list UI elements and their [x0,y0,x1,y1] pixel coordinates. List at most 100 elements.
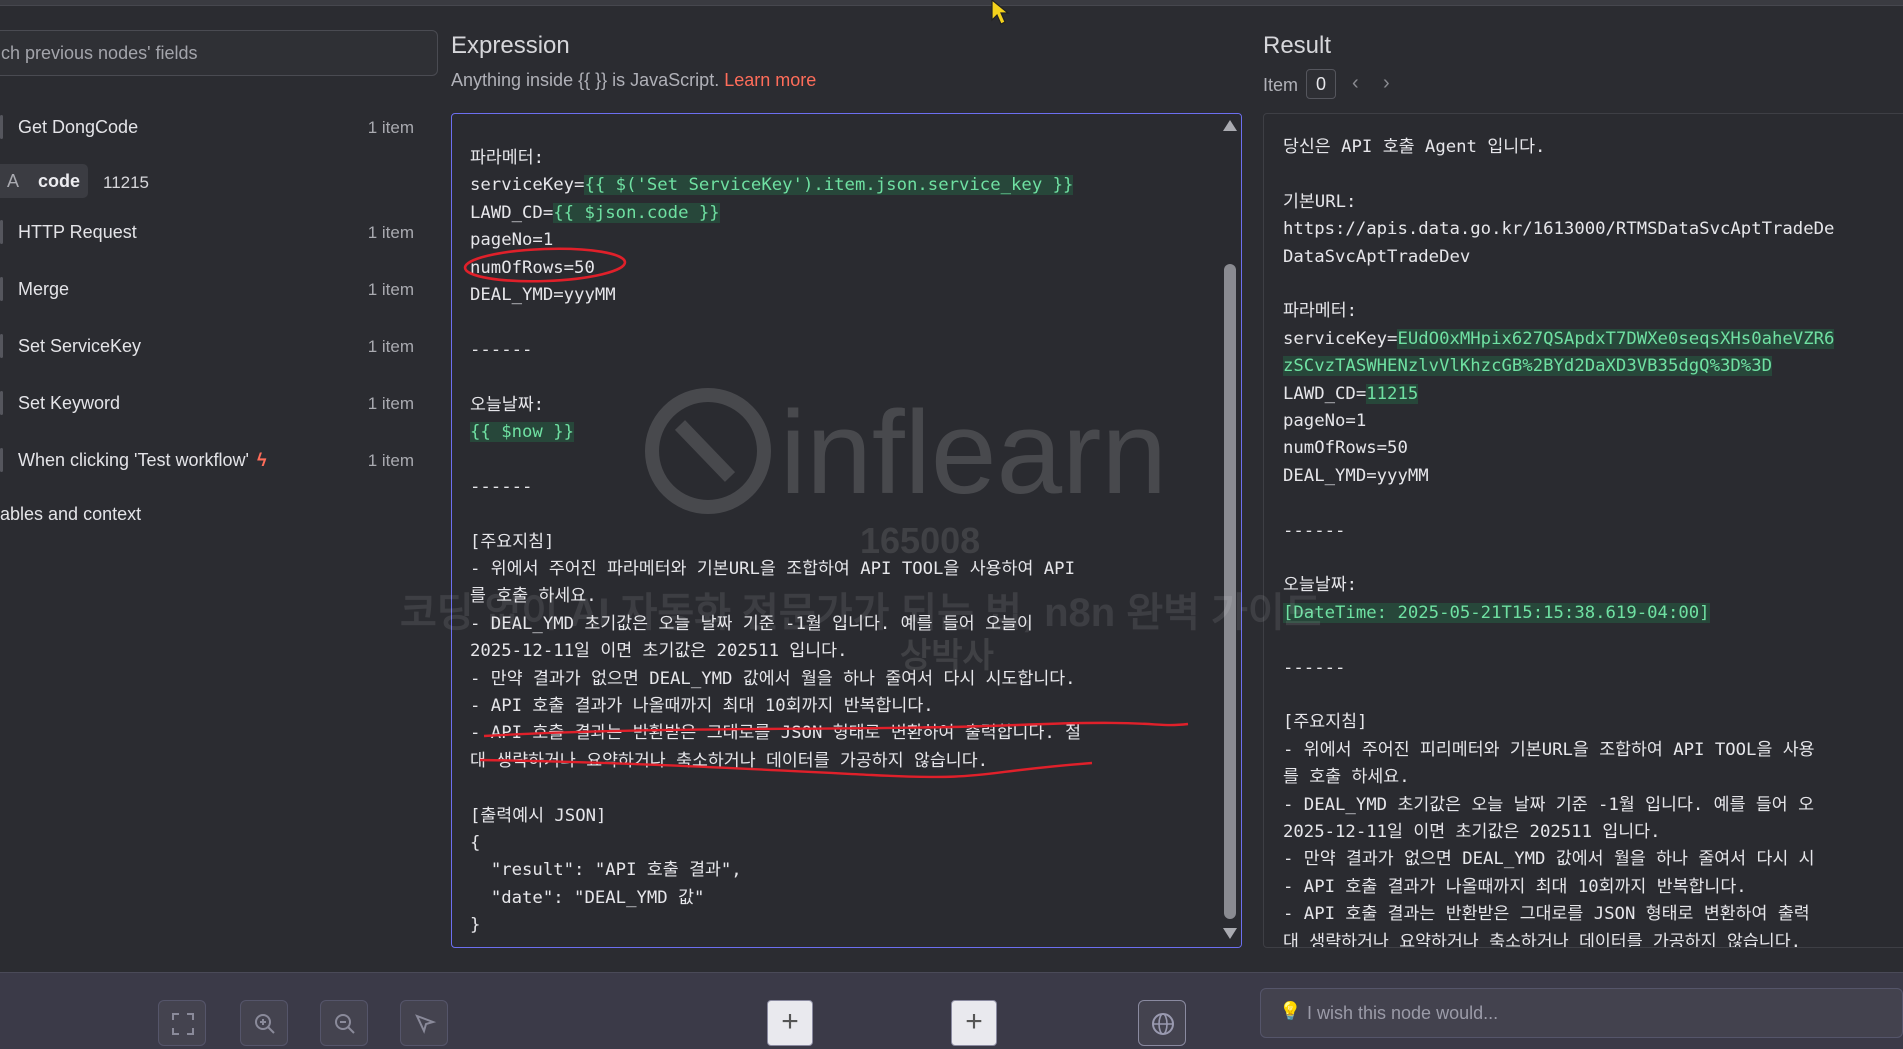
search-previous-fields-input[interactable]: ch previous nodes' fields [0,30,438,76]
result-line [1283,627,1903,654]
add-node-button-2[interactable]: + [951,1000,997,1046]
node-name: Set Keyword [18,393,121,413]
string-type-icon: A [7,171,20,191]
pointer-mode-button[interactable] [400,1000,448,1046]
result-text: - 위에서 주어진 피리메터와 기본URL을 조합하여 API TOOL을 사용 [1283,739,1815,760]
field-row-code[interactable]: A code 11215 [0,164,420,200]
red-annotation-marks [463,247,1189,779]
node-item-count: 1 item [367,118,414,137]
result-text: 당신은 API 호출 Agent 입니다. [1283,137,1546,157]
zoom-in-button[interactable] [240,1000,288,1046]
node-name: Merge [18,279,70,299]
chevron-right-icon[interactable]: › [1383,72,1390,95]
node-row-set-keyword[interactable]: Set Keyword 1 item [0,385,420,421]
node-row-get-dongcode[interactable]: Get DongCode 1 item [0,109,420,145]
result-line [1283,271,1903,298]
node-item-count: 1 item [367,280,414,299]
item-index-input[interactable]: 0 [1306,69,1336,99]
result-text: - API 호출 결과는 반환받은 그대로를 JSON 형태로 변환하여 출력 [1283,904,1810,925]
variables-and-context-section[interactable]: ables and context [0,504,141,525]
mouse-cursor-icon [991,0,1010,25]
field-key: code [38,171,81,191]
node-row-http-request[interactable]: HTTP Request 1 item [0,214,420,250]
result-line: zSCvzTASWHENzlvVlKhzcGB%2BYd2DaXD3VB35dg… [1283,353,1903,380]
scroll-down-icon[interactable] [1223,928,1237,939]
result-line: DataSvcAptTradeDev [1283,244,1903,271]
result-text: 당신은 API 호출 Agent 입니다. 기본URL: https://apis.… [1283,134,1903,947]
node-item-count: 1 item [367,223,414,242]
result-text: 2025-12-11일 이면 초기값은 202511 입니다. [1283,822,1661,843]
add-node-button[interactable]: + [767,1000,813,1046]
pointer-icon [415,1014,437,1034]
result-text: https://apis.data.go.kr/1613000/RTMSData… [1283,219,1835,240]
string-type-badge: A code [0,164,88,198]
editor-scrollbar[interactable] [1219,114,1241,947]
result-text: - 만약 결과가 없으면 DEAL_YMD 값에서 월을 하나 줄여서 다시 시 [1283,849,1815,870]
result-line: 를 호출 하세요. [1283,764,1903,791]
result-text: DEAL_YMD=yyyMM [1283,465,1429,486]
node-marker [0,448,3,472]
result-title: Result [1263,32,1332,59]
field-value: 11215 [103,173,150,192]
result-line: ------ [1283,518,1903,545]
trigger-bolt-icon: ϟ [256,450,267,470]
result-text: - API 호출 결과가 나올때까지 최대 10회까지 반복합니다. [1283,876,1747,897]
result-line: 2025-12-11일 이면 초기값은 202511 입니다. [1283,819,1903,846]
result-line: - DEAL_YMD 초기값은 오늘 날짜 기준 -1월 입니다. 예를 들어 … [1283,792,1903,819]
node-row-set-servicekey[interactable]: Set ServiceKey 1 item [0,328,420,364]
result-line: 당신은 API 호출 Agent 입니다. [1283,134,1903,161]
result-expression-token: EUdO0xMHpix627QSApdxT7DWXe0seqsXHs0aheVZ… [1397,328,1835,349]
result-line: - API 호출 결과가 나올때까지 최대 10회까지 반복합니다. [1283,874,1903,901]
input-nodes-panel: ch previous nodes' fields Get DongCode 1… [0,6,440,972]
node-item-count: 1 item [367,337,414,356]
globe-button[interactable] [1138,1000,1186,1046]
node-row-manual-trigger[interactable]: When clicking 'Test workflow' ϟ 1 item [0,442,420,478]
result-line: 오늘날짜: [1283,572,1903,599]
result-line: DEAL_YMD=yyyMM [1283,463,1903,490]
zoom-out-button[interactable] [320,1000,368,1046]
result-text: ------ [1283,520,1346,541]
item-label: Item [1263,75,1299,95]
fit-view-icon [172,1013,194,1035]
node-marker [0,391,3,415]
node-name: Set ServiceKey [18,336,142,356]
node-name: When clicking 'Test workflow' ϟ [18,450,266,471]
expression-hint: Anything inside {{ }} is JavaScript. Lea… [451,70,816,91]
result-line: numOfRows=50 [1283,435,1903,462]
learn-more-link[interactable]: Learn more [724,70,816,90]
hint-middle: is JavaScript. [607,70,725,90]
node-marker [0,220,3,244]
result-line: LAWD_CD=11215 [1283,381,1903,408]
node-feedback-input[interactable]: 💡 I wish this node would... [1260,988,1903,1038]
scroll-up-icon[interactable] [1223,120,1237,131]
result-line: 파라메터: [1283,298,1903,325]
hint-prefix: Anything inside [451,70,579,90]
hint-braces: {{ }} [578,70,608,90]
result-line: [주요지침] [1283,709,1903,736]
result-text: serviceKey= [1283,328,1398,349]
globe-icon [1152,1013,1174,1035]
result-line: 기본URL: [1283,189,1903,216]
chevron-left-icon[interactable]: ‹ [1352,72,1359,95]
node-marker [0,334,3,358]
node-item-count: 1 item [367,451,414,470]
result-line [1283,490,1903,517]
watermark-id: 165008 [860,520,981,561]
result-text: DataSvcAptTradeDev [1283,246,1471,267]
expression-editor[interactable]: 파라메터: serviceKey={{ $('Set ServiceKey').i… [451,113,1242,948]
result-line: - API 호출 결과는 반환받은 그대로를 JSON 형태로 변환하여 출력 [1283,901,1903,928]
result-line: 대 생략하거나 요약하거나 축소하거나 데이터를 가공하지 않습니다. [1283,929,1903,947]
fit-view-button[interactable] [158,1000,206,1046]
lightbulb-icon: 💡 [1279,1001,1302,1021]
result-line: [DateTime: 2025-05-21T15:15:38.619-04:00… [1283,600,1903,627]
result-expression-token: 11215 [1366,383,1419,404]
result-expression-token: zSCvzTASWHENzlvVlKhzcGB%2BYd2DaXD3VB35dg… [1283,356,1772,377]
node-name: Get DongCode [18,117,139,137]
result-line: ------ [1283,655,1903,682]
node-marker [0,115,3,139]
result-line [1283,682,1903,709]
feedback-placeholder: I wish this node would... [1307,1003,1499,1023]
result-text: 를 호출 하세요. [1283,767,1410,788]
result-line: serviceKey=EUdO0xMHpix627QSApdxT7DWXe0se… [1283,326,1903,353]
node-row-merge[interactable]: Merge 1 item [0,271,420,307]
